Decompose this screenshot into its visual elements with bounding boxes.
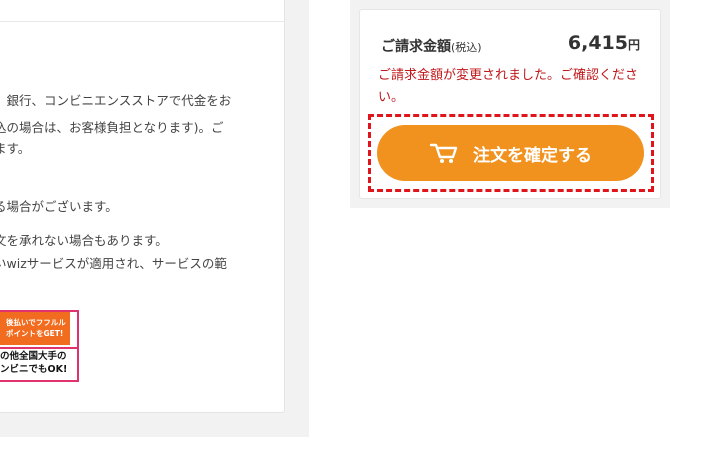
- banner-bottom-text-2: ンビニでもOK!: [0, 364, 68, 375]
- banner-points-area: 後払いでフフルル ポイントをGET!: [0, 312, 70, 345]
- confirm-order-button[interactable]: 注文を確定する: [377, 125, 644, 181]
- payment-service-banner: 後払いでフフルル ポイントをGET! の他全国大手の ンビニでもOK!: [0, 310, 79, 382]
- amount-changed-notice: ご請求金額が変更されました。ご確認ください。: [378, 68, 639, 105]
- banner-convenience-area: の他全国大手の ンビニでもOK!: [0, 350, 77, 376]
- billing-amount-label: ご請求金額(税込): [381, 36, 482, 56]
- cart-icon: [429, 143, 458, 163]
- payment-description-line-1: 、銀行、コンビニエンスストアで代金をお: [0, 93, 232, 108]
- payment-description-line-3: ます。: [0, 141, 31, 156]
- payment-info-card: 、銀行、コンビニエンスストアで代金をお 込の場合は、お客様負担となります)。ご …: [0, 0, 285, 413]
- payment-description-line-2: 込の場合は、お客様負担となります)。ご: [0, 120, 224, 135]
- billing-label-text: ご請求金額: [381, 39, 451, 55]
- billing-amount-value: 6,415円: [568, 32, 640, 54]
- banner-top-text-2: ポイントをGET!: [6, 329, 64, 338]
- confirm-order-label: 注文を確定する: [473, 145, 592, 166]
- amount-value: 6,415: [567, 32, 628, 54]
- banner-bottom-text-1: の他全国大手の: [0, 351, 67, 362]
- service-note-line: いwizサービスが適用され、サービスの範: [0, 256, 227, 271]
- currency-unit: 円: [627, 38, 640, 52]
- divider: [0, 21, 284, 22]
- banner-divider: [0, 347, 77, 349]
- order-note-line: 文を承れない場合もあります。: [0, 233, 168, 248]
- order-summary-card: ご請求金額(税込) 6,415円 ご請求金額が変更されました。ご確認ください。 …: [359, 9, 661, 199]
- banner-top-text-1: 後払いでフフルル: [6, 318, 66, 327]
- tax-included-label: (税込): [451, 41, 482, 54]
- payment-note-line: る場合がございます。: [0, 199, 118, 214]
